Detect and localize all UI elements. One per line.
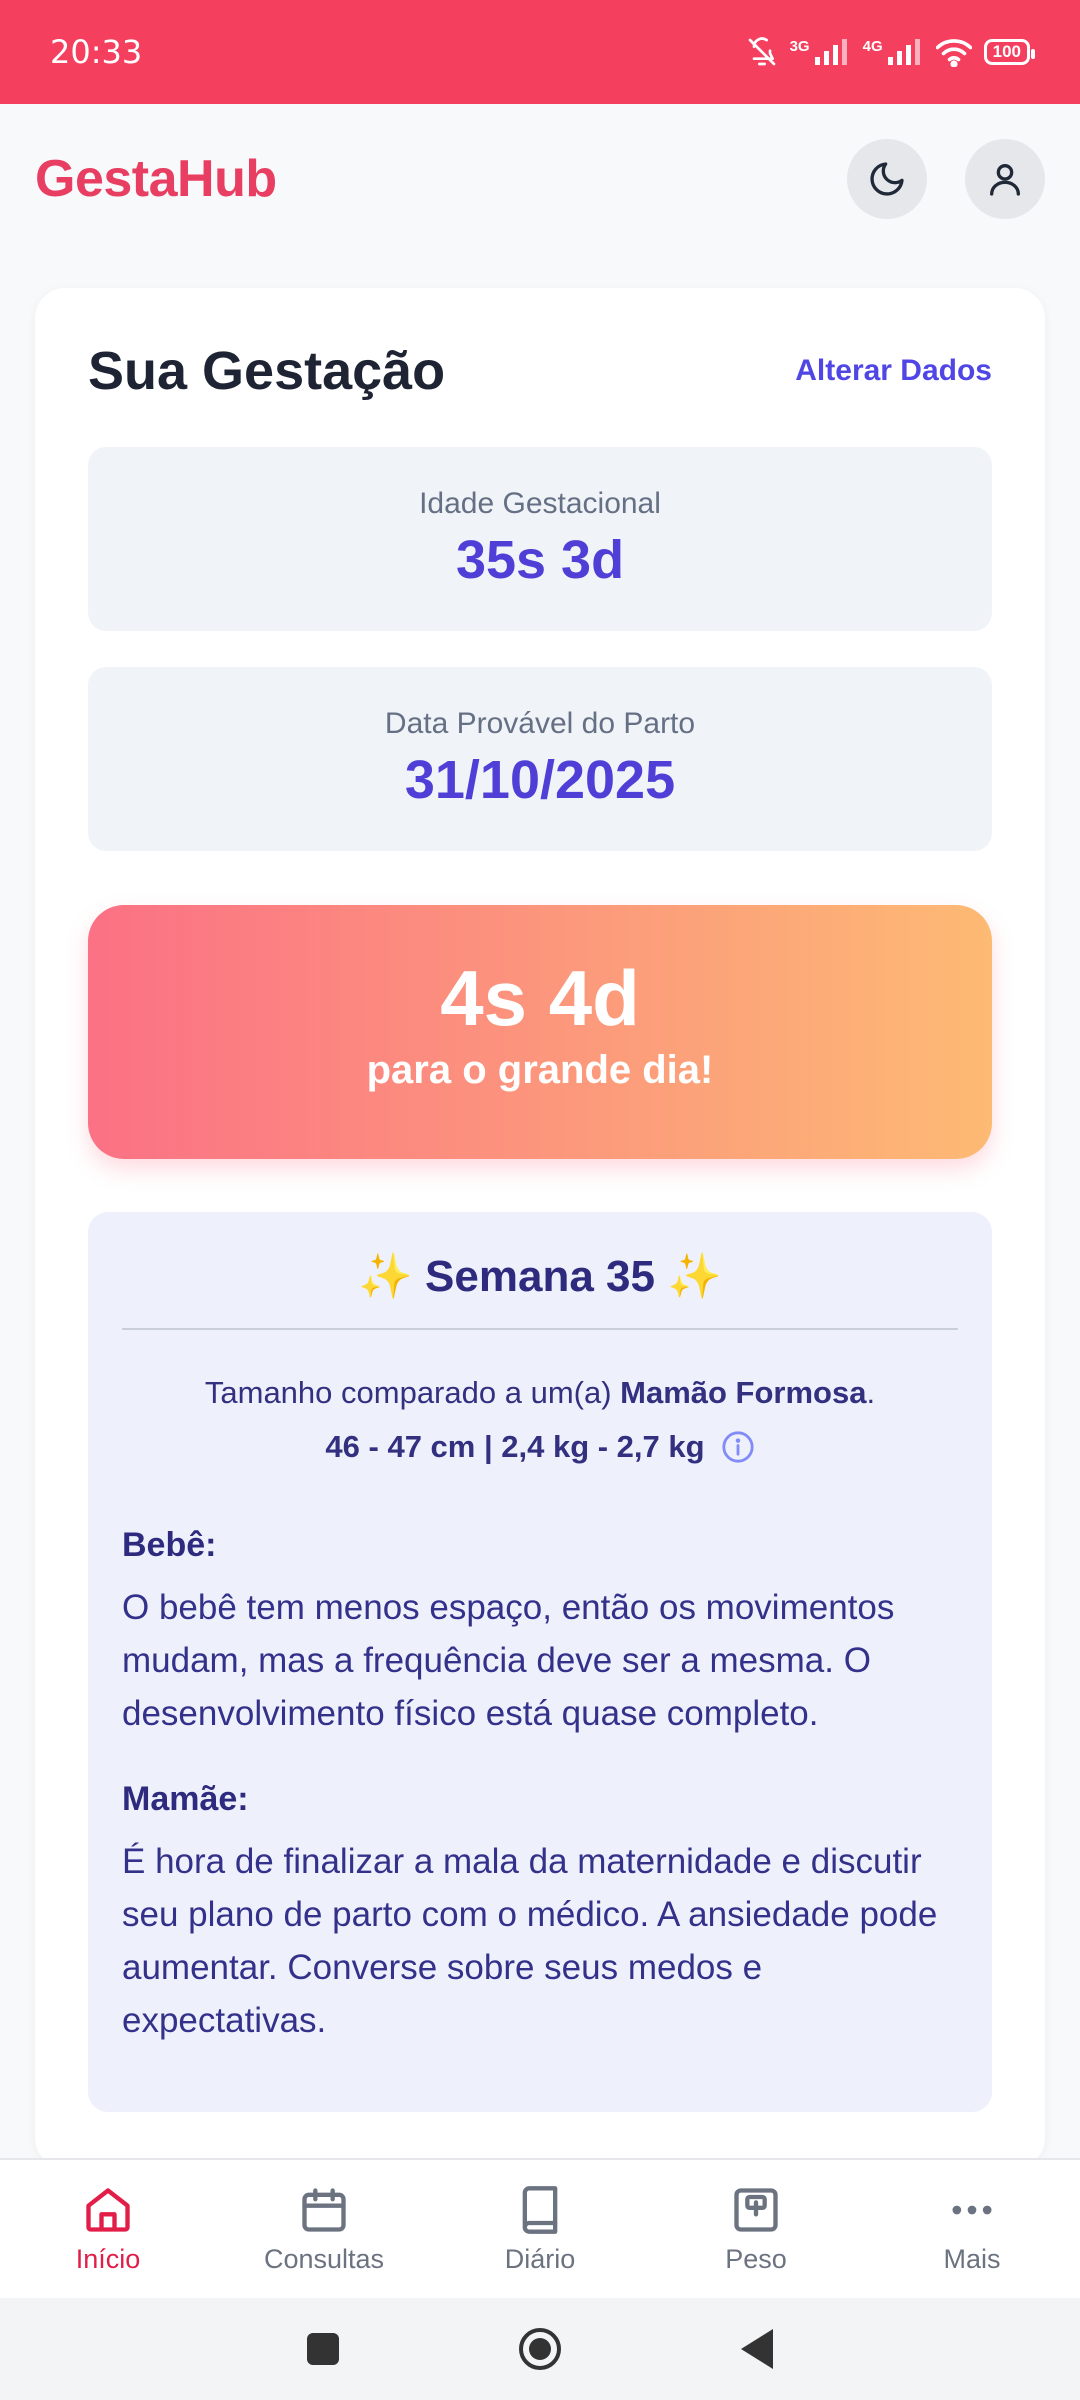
home-button[interactable] <box>519 2328 561 2370</box>
divider <box>122 1328 958 1330</box>
nav-item-diario[interactable]: Diário <box>432 2160 648 2298</box>
size-comparison: Tamanho comparado a um(a) Mamão Formosa.… <box>122 1366 958 1474</box>
user-icon <box>990 164 1020 196</box>
book-icon <box>522 2185 558 2234</box>
system-nav-bar <box>0 2298 1080 2400</box>
mute-bell-icon <box>748 37 775 66</box>
comparison-fruit: Mamão Formosa <box>620 1375 867 1410</box>
mom-text: É hora de finalizar a mala da maternidad… <box>122 1842 938 2040</box>
sparkles-icon: ✨ <box>358 1252 413 1301</box>
nav-label: Peso <box>725 2243 787 2274</box>
mom-label: Mamãe: <box>122 1780 249 1818</box>
gestational-age-box: Idade Gestacional 35s 3d <box>88 447 992 631</box>
sparkles-icon: ✨ <box>667 1252 722 1301</box>
week-info-box: ✨ Semana 35 ✨ Tamanho comparado a um(a) … <box>88 1212 992 2112</box>
nav-item-consultas[interactable]: Consultas <box>216 2160 432 2298</box>
info-icon[interactable] <box>721 1430 755 1464</box>
nav-label: Diário <box>504 2243 576 2274</box>
moon-icon <box>870 162 904 196</box>
card-title: Sua Gestação <box>88 341 446 401</box>
due-date-value: 31/10/2025 <box>404 750 676 810</box>
signal-4g-label: 4G <box>862 38 883 55</box>
gestational-age-value: 35s 3d <box>455 530 625 590</box>
baby-text: O bebê tem menos espaço, então os movime… <box>122 1588 895 1733</box>
comparison-prefix: Tamanho comparado a um(a) <box>204 1375 621 1410</box>
baby-label: Bebê: <box>122 1526 217 1564</box>
theme-toggle-button[interactable] <box>847 139 927 219</box>
comparison-suffix: . <box>866 1375 876 1410</box>
home-icon <box>86 2187 130 2232</box>
due-date-label: Data Provável do Parto <box>384 707 696 740</box>
status-time: 20:33 <box>50 33 143 71</box>
measurements-text: 46 - 47 cm | 2,4 kg - 2,7 kg <box>325 1429 705 1464</box>
edit-data-link[interactable]: Alterar Dados <box>795 354 992 388</box>
nav-label: Início <box>75 2243 141 2274</box>
app-logo: GestaHub <box>35 150 277 208</box>
countdown-value: 4s 4d <box>440 954 640 1042</box>
back-button[interactable] <box>741 2329 773 2369</box>
app-bar-actions <box>847 139 1045 219</box>
battery-icon: 100 <box>983 39 1036 65</box>
calendar-icon <box>302 2187 346 2232</box>
status-icons: 3G 4G 100 <box>746 36 1036 68</box>
profile-button[interactable] <box>965 139 1045 219</box>
week-title-text: Semana 35 <box>425 1252 655 1301</box>
measurements: 46 - 47 cm | 2,4 kg - 2,7 kg <box>325 1420 754 1474</box>
card-header: Sua Gestação Alterar Dados <box>88 340 992 402</box>
countdown-caption: para o grande dia! <box>366 1048 714 1092</box>
gestational-age-label: Idade Gestacional <box>419 487 661 520</box>
wifi-icon <box>935 39 972 67</box>
nav-item-home[interactable]: Início <box>0 2160 216 2298</box>
more-icon <box>952 2205 992 2214</box>
signal-3g-label: 3G <box>789 38 810 55</box>
nav-label: Consultas <box>263 2243 385 2274</box>
pregnancy-card: Sua Gestação Alterar Dados Idade Gestaci… <box>35 288 1045 2168</box>
countdown-banner: 4s 4d para o grande dia! <box>88 905 992 1159</box>
status-bar: 20:33 3G 4G 100 <box>0 0 1080 104</box>
scale-icon <box>734 2187 778 2232</box>
nav-item-mais[interactable]: Mais <box>864 2160 1080 2298</box>
due-date-box: Data Provável do Parto 31/10/2025 <box>88 667 992 851</box>
signal-icon: 3G <box>789 38 851 65</box>
nav-item-peso[interactable]: Peso <box>648 2160 864 2298</box>
bottom-nav: Início Consultas Diário Peso Mais <box>0 2158 1080 2298</box>
nav-label: Mais <box>943 2243 1001 2274</box>
week-title: ✨ Semana 35 ✨ <box>122 1250 958 1302</box>
signal-icon: 4G <box>862 38 924 65</box>
recent-apps-button[interactable] <box>307 2333 339 2365</box>
app-bar: GestaHub <box>0 104 1080 254</box>
